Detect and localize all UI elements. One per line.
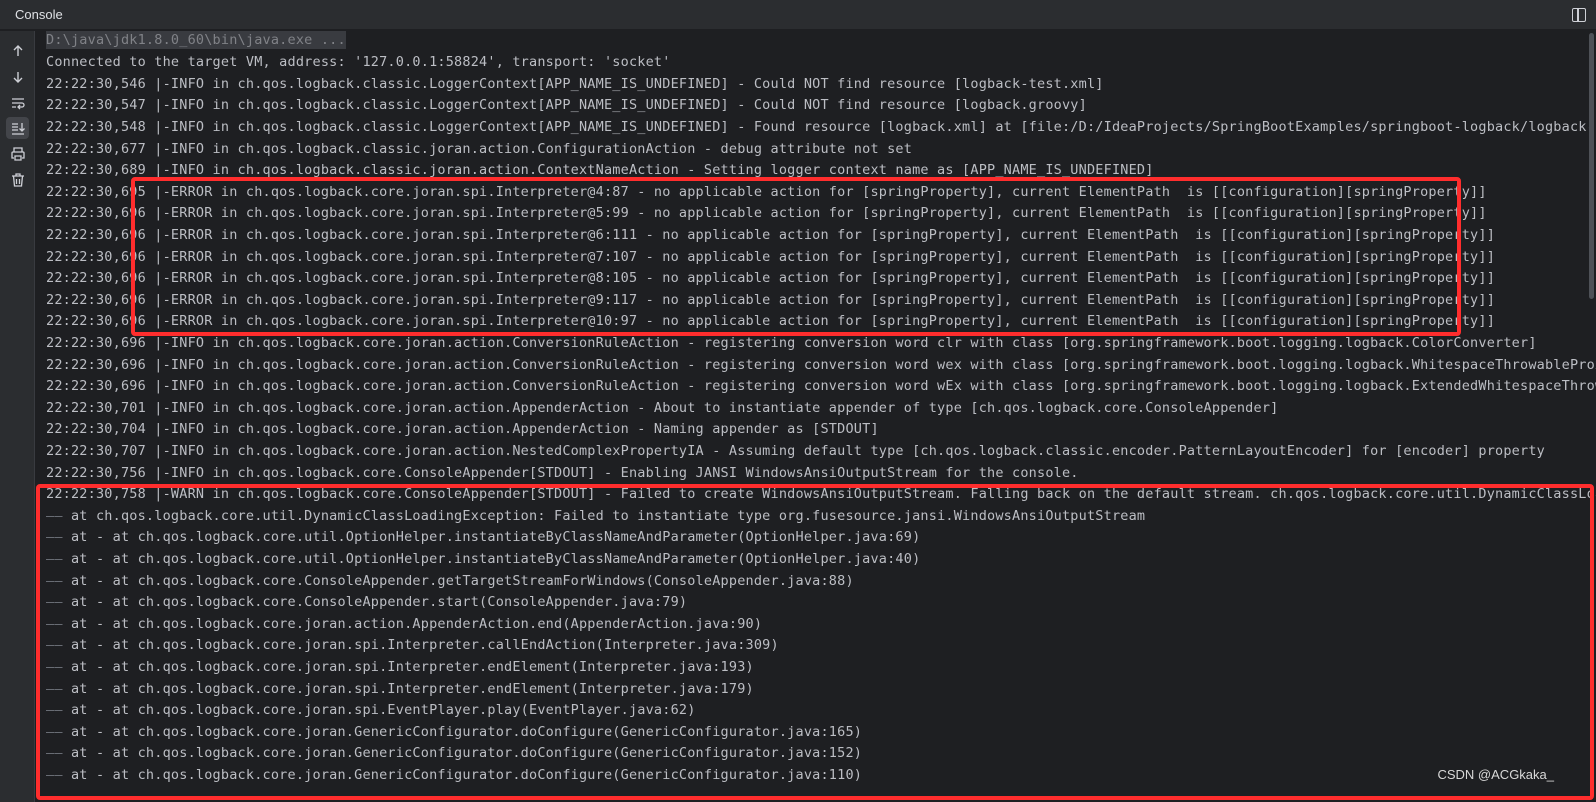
error-log-line: 22:22:30,696 |-ERROR in ch.qos.logback.c… bbox=[46, 270, 1496, 286]
error-log-line: 22:22:30,696 |-ERROR in ch.qos.logback.c… bbox=[46, 205, 1487, 221]
stack-trace-line: —— at - at ch.qos.logback.core.util.Opti… bbox=[46, 526, 920, 548]
stack-trace-text: at - at ch.qos.logback.core.joran.Generi… bbox=[70, 724, 863, 740]
stack-trace-line: —— at - at ch.qos.logback.core.joran.spi… bbox=[46, 634, 779, 656]
log-line: 22:22:30,707 |-INFO in ch.qos.logback.co… bbox=[46, 443, 1545, 459]
log-line: 22:22:30,696 |-INFO in ch.qos.logback.co… bbox=[46, 335, 1537, 351]
log-line: 22:22:30,689 |-INFO in ch.qos.logback.cl… bbox=[46, 162, 1154, 178]
scrollbar-thumb[interactable] bbox=[1589, 33, 1594, 299]
log-line: 22:22:30,548 |-INFO in ch.qos.logback.cl… bbox=[46, 119, 1596, 135]
trace-indent: —— bbox=[46, 724, 63, 740]
error-log-line: 22:22:30,696 |-ERROR in ch.qos.logback.c… bbox=[46, 249, 1496, 265]
print-icon[interactable] bbox=[6, 143, 29, 165]
stack-trace-line: —— at - at ch.qos.logback.core.ConsoleAp… bbox=[46, 570, 854, 592]
command-line: D:\java\jdk1.8.0_60\bin\java.exe ... bbox=[46, 31, 346, 51]
stack-trace-line: —— at - at ch.qos.logback.core.joran.spi… bbox=[46, 678, 754, 700]
log-line: Connected to the target VM, address: '12… bbox=[46, 54, 671, 70]
stack-trace-line: —— at - at ch.qos.logback.core.joran.spi… bbox=[46, 699, 696, 721]
stack-trace-text: at - at ch.qos.logback.core.ConsoleAppen… bbox=[70, 573, 854, 589]
log-line: 22:22:30,677 |-INFO in ch.qos.logback.cl… bbox=[46, 141, 913, 157]
error-log-line: 22:22:30,696 |-ERROR in ch.qos.logback.c… bbox=[46, 313, 1496, 329]
trace-indent: —— bbox=[46, 508, 63, 524]
stack-trace-text: at - at ch.qos.logback.core.joran.action… bbox=[70, 616, 763, 632]
log-line: 22:22:30,546 |-INFO in ch.qos.logback.cl… bbox=[46, 76, 1104, 92]
stack-trace-line: —— at - at ch.qos.logback.core.ConsoleAp… bbox=[46, 591, 687, 613]
stack-trace-line: —— at - at ch.qos.logback.core.joran.Gen… bbox=[46, 721, 862, 743]
error-log-line: 22:22:30,696 |-ERROR in ch.qos.logback.c… bbox=[46, 292, 1496, 308]
log-line: 22:22:30,701 |-INFO in ch.qos.logback.co… bbox=[46, 400, 1279, 416]
trace-indent: —— bbox=[46, 745, 63, 761]
trace-indent: —— bbox=[46, 702, 63, 718]
stack-trace-line: —— at - at ch.qos.logback.core.joran.Gen… bbox=[46, 764, 862, 786]
vertical-scrollbar[interactable] bbox=[1586, 31, 1596, 802]
command-text: D:\java\jdk1.8.0_60\bin\java.exe ... bbox=[46, 31, 346, 49]
console-title: Console bbox=[15, 7, 63, 22]
stack-trace-text: at - at ch.qos.logback.core.joran.spi.In… bbox=[70, 659, 754, 675]
error-log-line: 22:22:30,695 |-ERROR in ch.qos.logback.c… bbox=[46, 184, 1487, 200]
trace-indent: —— bbox=[46, 573, 63, 589]
watermark: CSDN @ACGkaka_ bbox=[1437, 767, 1554, 782]
stack-trace-text: at - at ch.qos.logback.core.joran.Generi… bbox=[70, 745, 863, 761]
stack-trace-text: at - at ch.qos.logback.core.util.OptionH… bbox=[70, 551, 921, 567]
trash-icon[interactable] bbox=[6, 169, 29, 191]
trace-indent: —— bbox=[46, 767, 63, 783]
log-line: 22:22:30,704 |-INFO in ch.qos.logback.co… bbox=[46, 421, 879, 437]
trace-indent: —— bbox=[46, 637, 63, 653]
stack-trace-text: at - at ch.qos.logback.core.joran.Generi… bbox=[70, 767, 863, 783]
stack-trace-text: at - at ch.qos.logback.core.util.OptionH… bbox=[70, 529, 921, 545]
trace-indent: —— bbox=[46, 551, 63, 567]
stack-trace-line: —— at ch.qos.logback.core.util.DynamicCl… bbox=[46, 505, 1145, 527]
error-log-line: 22:22:30,696 |-ERROR in ch.qos.logback.c… bbox=[46, 227, 1496, 243]
trace-indent: —— bbox=[46, 659, 63, 675]
arrow-down-icon[interactable] bbox=[6, 66, 29, 88]
trace-indent: —— bbox=[46, 529, 63, 545]
trace-indent: —— bbox=[46, 594, 63, 610]
console-output[interactable]: D:\java\jdk1.8.0_60\bin\java.exe ... Con… bbox=[36, 31, 1596, 802]
stack-trace-text: at ch.qos.logback.core.util.DynamicClass… bbox=[70, 508, 1146, 524]
stack-trace-text: at - at ch.qos.logback.core.joran.spi.In… bbox=[70, 637, 779, 653]
log-line: 22:22:30,696 |-INFO in ch.qos.logback.co… bbox=[46, 357, 1596, 373]
trace-indent: —— bbox=[46, 616, 63, 632]
stack-trace-line: —— at - at ch.qos.logback.core.util.Opti… bbox=[46, 548, 920, 570]
trace-indent: —— bbox=[46, 681, 63, 697]
stack-trace-line: —— at - at ch.qos.logback.core.joran.Gen… bbox=[46, 742, 862, 764]
console-titlebar: Console bbox=[0, 0, 1596, 30]
console-toolbar bbox=[0, 31, 35, 802]
log-line: 22:22:30,547 |-INFO in ch.qos.logback.cl… bbox=[46, 97, 1087, 113]
log-line: 22:22:30,756 |-INFO in ch.qos.logback.co… bbox=[46, 465, 1079, 481]
stack-trace-line: —— at - at ch.qos.logback.core.joran.act… bbox=[46, 613, 762, 635]
soft-wrap-icon[interactable] bbox=[6, 92, 29, 114]
arrow-up-icon[interactable] bbox=[6, 40, 29, 62]
stack-trace-line: —— at - at ch.qos.logback.core.joran.spi… bbox=[46, 656, 754, 678]
layout-toggle-icon[interactable] bbox=[1572, 8, 1586, 22]
stack-trace-text: at - at ch.qos.logback.core.ConsoleAppen… bbox=[70, 594, 688, 610]
stack-trace-text: at - at ch.qos.logback.core.joran.spi.Ev… bbox=[70, 702, 696, 718]
warn-log-line: 22:22:30,758 |-WARN in ch.qos.logback.co… bbox=[46, 486, 1596, 502]
stack-trace-text: at - at ch.qos.logback.core.joran.spi.In… bbox=[70, 681, 754, 697]
scroll-to-end-icon[interactable] bbox=[6, 117, 29, 139]
log-line: 22:22:30,696 |-INFO in ch.qos.logback.co… bbox=[46, 378, 1596, 394]
